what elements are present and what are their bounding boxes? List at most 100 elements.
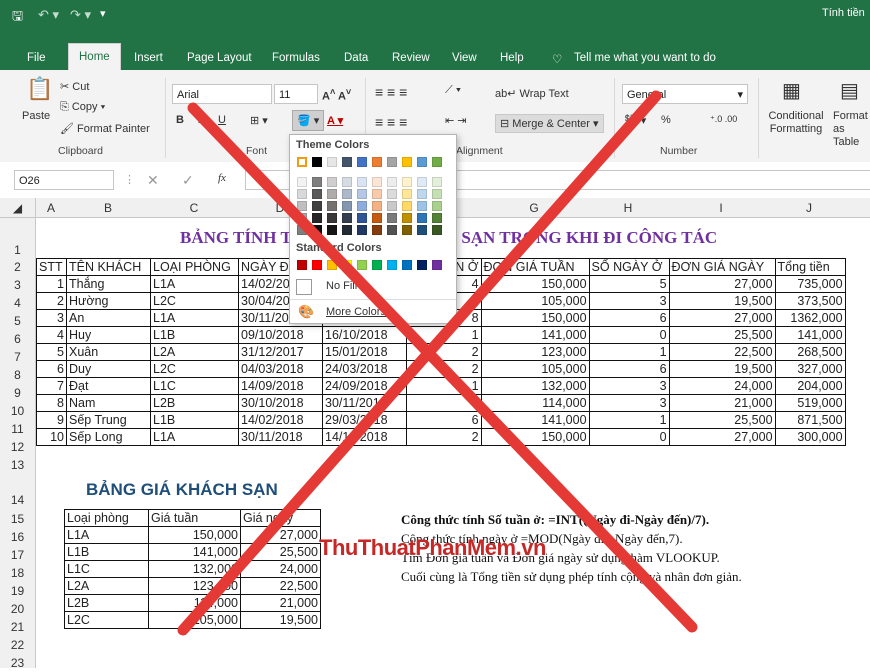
align-left-icons[interactable]: ≡ ≡ ≡ — [375, 114, 407, 130]
theme-color-swatch[interactable] — [387, 157, 397, 167]
table-cell[interactable]: 2 — [36, 292, 67, 310]
price-cell[interactable]: 105,000 — [148, 611, 241, 629]
price-cell[interactable]: L1B — [64, 543, 149, 561]
table-cell[interactable]: 3 — [588, 292, 670, 310]
theme-color-swatch[interactable] — [372, 157, 382, 167]
table-cell[interactable]: L1A — [150, 428, 239, 446]
row-header[interactable]: 6 — [0, 330, 36, 348]
customize-qat-icon[interactable]: ▾ — [100, 7, 106, 20]
theme-shade-swatch[interactable] — [432, 177, 442, 187]
table-cell[interactable]: 132,000 — [480, 377, 590, 395]
table-cell[interactable]: Duy — [66, 360, 151, 378]
row-header[interactable]: 20 — [0, 600, 36, 618]
standard-color-swatch[interactable] — [432, 260, 442, 270]
tab-home[interactable]: Home — [68, 43, 121, 71]
table-cell[interactable]: Sếp Trung — [66, 411, 151, 429]
table-cell[interactable]: 327,000 — [774, 360, 846, 378]
standard-color-swatch[interactable] — [417, 260, 427, 270]
table-cell[interactable]: 6 — [588, 309, 670, 327]
table-cell[interactable]: L1A — [150, 275, 239, 293]
row-header[interactable]: 7 — [0, 348, 36, 366]
theme-shade-swatch[interactable] — [312, 225, 322, 235]
theme-shade-swatch[interactable] — [372, 189, 382, 199]
orientation-icon[interactable]: ⟋ ▾ — [445, 84, 461, 97]
font-color-button[interactable]: A ▾ — [327, 114, 343, 127]
theme-color-swatch[interactable] — [357, 157, 367, 167]
theme-shade-swatch[interactable] — [372, 213, 382, 223]
indent-icons[interactable]: ⇤ ⇥ — [445, 114, 467, 127]
select-all-corner[interactable]: ◢ — [0, 198, 36, 218]
table-cell[interactable]: 1 — [588, 343, 670, 361]
table-cell[interactable]: 3 — [36, 309, 67, 327]
col-header-g[interactable]: G — [480, 198, 588, 218]
table-cell[interactable]: 3 — [588, 377, 670, 395]
row-header[interactable]: 2 — [0, 258, 36, 276]
name-box[interactable]: O26 — [14, 170, 114, 190]
tab-page-layout[interactable]: Page Layout — [187, 52, 252, 64]
table-cell[interactable]: 21,000 — [668, 394, 776, 412]
theme-shade-swatch[interactable] — [417, 213, 427, 223]
column-header-cell[interactable]: Tổng tiền — [774, 258, 846, 276]
col-header-i[interactable]: I — [668, 198, 774, 218]
theme-shade-swatch[interactable] — [372, 225, 382, 235]
table-cell[interactable]: 268,500 — [774, 343, 846, 361]
fill-color-button[interactable]: 🪣 ▾ — [292, 110, 325, 131]
table-cell[interactable]: 24/03/2018 — [322, 360, 407, 378]
theme-shade-swatch[interactable] — [417, 177, 427, 187]
table-cell[interactable]: 1362,000 — [774, 309, 846, 327]
column-header-cell[interactable]: LOẠI PHÒNG — [150, 258, 239, 276]
row-header[interactable]: 16 — [0, 528, 36, 546]
table-cell[interactable]: 150,000 — [480, 309, 590, 327]
col-header-c[interactable]: C — [150, 198, 238, 218]
price-cell[interactable]: L2A — [64, 577, 149, 595]
theme-shade-swatch[interactable] — [357, 213, 367, 223]
paste-icon[interactable]: 📋 — [26, 76, 53, 102]
table-cell[interactable]: 105,000 — [480, 292, 590, 310]
theme-shade-swatch[interactable] — [357, 201, 367, 211]
grow-font-icon[interactable]: A˄ A˅ — [322, 87, 351, 103]
theme-color-swatch[interactable] — [327, 157, 337, 167]
theme-shade-swatch[interactable] — [387, 201, 397, 211]
table-cell[interactable]: 150,000 — [480, 428, 590, 446]
table-cell[interactable]: 9 — [36, 411, 67, 429]
theme-shade-swatch[interactable] — [342, 213, 352, 223]
theme-color-swatch[interactable] — [342, 157, 352, 167]
row-header[interactable]: 22 — [0, 636, 36, 654]
table-cell[interactable]: 14/12/2018 — [322, 428, 407, 446]
theme-shade-swatch[interactable] — [432, 189, 442, 199]
wrap-text-button[interactable]: ab↵ Wrap Text — [495, 87, 569, 100]
table-cell[interactable]: 24,000 — [668, 377, 776, 395]
row-header[interactable]: 15 — [0, 510, 36, 528]
standard-color-swatch[interactable] — [342, 260, 352, 270]
theme-shade-swatch[interactable] — [327, 213, 337, 223]
table-cell[interactable]: 22,500 — [668, 343, 776, 361]
table-cell[interactable]: L2C — [150, 292, 239, 310]
theme-shade-swatch[interactable] — [417, 201, 427, 211]
enter-icon[interactable]: ✓ — [182, 172, 194, 189]
tab-help[interactable]: Help — [500, 52, 524, 64]
table-cell[interactable]: 27,000 — [668, 275, 776, 293]
save-icon[interactable]: 🖫 — [12, 7, 23, 29]
standard-color-swatch[interactable] — [402, 260, 412, 270]
tab-view[interactable]: View — [452, 52, 477, 64]
theme-shade-swatch[interactable] — [312, 201, 322, 211]
table-cell[interactable]: L2B — [150, 394, 239, 412]
price-cell[interactable]: L2C — [64, 611, 149, 629]
theme-color-swatch[interactable] — [312, 157, 322, 167]
theme-shade-swatch[interactable] — [372, 201, 382, 211]
conditional-formatting-button[interactable]: Conditional Formatting — [762, 110, 830, 136]
price-cell[interactable]: 123,000 — [148, 577, 241, 595]
table-cell[interactable]: 6 — [406, 411, 482, 429]
price-cell[interactable]: L1C — [64, 560, 149, 578]
price-cell[interactable]: 22,500 — [240, 577, 321, 595]
price-cell[interactable]: 27,000 — [240, 526, 321, 544]
theme-shade-swatch[interactable] — [297, 225, 307, 235]
row-header[interactable]: 5 — [0, 312, 36, 330]
table-cell[interactable]: Hường — [66, 292, 151, 310]
format-as-table-button[interactable]: Format as Table — [833, 110, 870, 149]
table-cell[interactable]: 6 — [36, 360, 67, 378]
decimal-buttons[interactable]: ⁺.0 .00 — [710, 114, 737, 125]
theme-shade-swatch[interactable] — [387, 213, 397, 223]
theme-shade-swatch[interactable] — [342, 177, 352, 187]
column-header-cell[interactable]: ĐƠN GIÁ NGÀY — [668, 258, 776, 276]
